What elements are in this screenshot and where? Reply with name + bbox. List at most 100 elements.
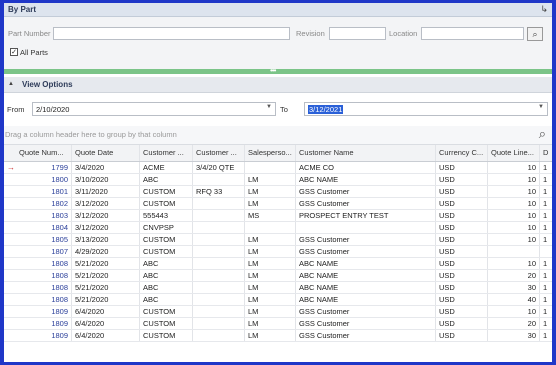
table-cell[interactable]: 10 (488, 186, 540, 197)
table-cell[interactable] (193, 258, 245, 269)
table-cell[interactable]: 1 (540, 282, 552, 293)
table-cell[interactable]: ABC (140, 270, 193, 281)
column-header[interactable]: Customer ... (140, 145, 193, 161)
table-cell[interactable]: 1805 (16, 234, 72, 245)
table-cell[interactable]: LM (245, 294, 296, 305)
table-cell[interactable]: USD (436, 210, 488, 221)
table-cell[interactable]: 1 (540, 330, 552, 341)
table-cell[interactable]: USD (436, 162, 488, 173)
table-cell[interactable]: GSS Customer (296, 234, 436, 245)
table-cell[interactable] (193, 198, 245, 209)
table-cell[interactable]: ABC NAME (296, 294, 436, 305)
table-cell[interactable]: ABC NAME (296, 270, 436, 281)
table-cell[interactable]: LM (245, 330, 296, 341)
table-cell[interactable]: CUSTOM (140, 186, 193, 197)
table-cell[interactable]: 10 (488, 162, 540, 173)
table-cell[interactable]: LM (245, 318, 296, 329)
table-cell[interactable]: 1802 (16, 198, 72, 209)
view-options-header[interactable]: ▲ View Options (4, 77, 552, 93)
table-cell[interactable]: 1 (540, 186, 552, 197)
table-cell[interactable]: 1800 (16, 174, 72, 185)
group-by-panel[interactable]: Drag a column header here to group by th… (4, 126, 552, 145)
table-cell[interactable]: ABC (140, 258, 193, 269)
table-cell[interactable]: LM (245, 186, 296, 197)
table-row[interactable]: 1805 3/13/2020 CUSTOM LM GSS Customer USD 10 1 (4, 234, 552, 246)
table-row[interactable]: 1808 5/21/2020 ABC LM ABC NAME USD 10 1 (4, 258, 552, 270)
table-row[interactable]: 1804 3/12/2020 CNVPSP USD 10 1 (4, 222, 552, 234)
table-cell[interactable]: 1804 (16, 222, 72, 233)
table-cell[interactable]: 6/4/2020 (72, 318, 140, 329)
table-cell[interactable]: 5/21/2020 (72, 258, 140, 269)
table-cell[interactable]: 3/12/2020 (72, 222, 140, 233)
table-cell[interactable]: GSS Customer (296, 186, 436, 197)
table-cell[interactable]: LM (245, 282, 296, 293)
table-cell[interactable]: USD (436, 246, 488, 257)
table-cell[interactable]: 1803 (16, 210, 72, 221)
table-cell[interactable]: 1808 (16, 258, 72, 269)
table-cell[interactable]: RFQ 33 (193, 186, 245, 197)
revision-input[interactable] (329, 27, 386, 40)
table-cell[interactable]: 30 (488, 282, 540, 293)
table-cell[interactable]: USD (436, 222, 488, 233)
table-cell[interactable]: ABC NAME (296, 174, 436, 185)
table-cell[interactable] (193, 210, 245, 221)
table-cell[interactable]: 10 (488, 258, 540, 269)
table-cell[interactable]: ACME CO (296, 162, 436, 173)
table-cell[interactable]: MS (245, 210, 296, 221)
table-cell[interactable]: 30 (488, 330, 540, 341)
table-cell[interactable] (296, 222, 436, 233)
table-cell[interactable]: 3/4/20 QTE (193, 162, 245, 173)
table-cell[interactable]: 5/21/2020 (72, 294, 140, 305)
table-cell[interactable]: 1807 (16, 246, 72, 257)
table-cell[interactable]: USD (436, 318, 488, 329)
column-header[interactable]: Salesperso... (245, 145, 296, 161)
table-cell[interactable]: 20 (488, 270, 540, 281)
table-cell[interactable]: 1799 (16, 162, 72, 173)
table-cell[interactable]: 1 (540, 210, 552, 221)
table-cell[interactable]: CUSTOM (140, 306, 193, 317)
from-date-dropdown[interactable]: 2/10/2020 ▼ (32, 102, 276, 116)
table-cell[interactable]: LM (245, 246, 296, 257)
table-cell[interactable]: USD (436, 294, 488, 305)
table-cell[interactable]: 1 (540, 258, 552, 269)
table-cell[interactable]: 20 (488, 318, 540, 329)
table-cell[interactable]: 1801 (16, 186, 72, 197)
table-cell[interactable]: 10 (488, 222, 540, 233)
table-cell[interactable]: 10 (488, 234, 540, 245)
table-row[interactable]: 1808 5/21/2020 ABC LM ABC NAME USD 40 1 (4, 294, 552, 306)
table-cell[interactable]: USD (436, 282, 488, 293)
table-cell[interactable] (193, 330, 245, 341)
table-cell[interactable]: USD (436, 186, 488, 197)
table-cell[interactable]: ABC (140, 294, 193, 305)
table-cell[interactable]: 5/21/2020 (72, 270, 140, 281)
table-cell[interactable]: 1 (540, 174, 552, 185)
table-cell[interactable] (193, 174, 245, 185)
table-cell[interactable]: 4/29/2020 (72, 246, 140, 257)
table-cell[interactable]: 10 (488, 306, 540, 317)
table-cell[interactable]: 5/21/2020 (72, 282, 140, 293)
collapse-arrow-icon[interactable]: ▲ (8, 81, 14, 87)
table-cell[interactable]: LM (245, 234, 296, 245)
table-cell[interactable]: CUSTOM (140, 234, 193, 245)
chevron-down-icon[interactable]: ▼ (266, 104, 272, 110)
table-cell[interactable]: 3/10/2020 (72, 174, 140, 185)
table-cell[interactable] (193, 294, 245, 305)
table-cell[interactable]: GSS Customer (296, 306, 436, 317)
table-cell[interactable]: USD (436, 234, 488, 245)
table-cell[interactable]: LM (245, 306, 296, 317)
table-cell[interactable]: LM (245, 198, 296, 209)
table-cell[interactable] (193, 270, 245, 281)
table-cell[interactable]: ACME (140, 162, 193, 173)
table-cell[interactable]: USD (436, 198, 488, 209)
table-cell[interactable]: 1808 (16, 270, 72, 281)
table-cell[interactable]: GSS Customer (296, 330, 436, 341)
table-row[interactable]: 1808 5/21/2020 ABC LM ABC NAME USD 30 1 (4, 282, 552, 294)
table-cell[interactable]: LM (245, 174, 296, 185)
table-cell[interactable]: GSS Customer (296, 246, 436, 257)
table-cell[interactable] (193, 318, 245, 329)
table-cell[interactable]: PROSPECT ENTRY TEST (296, 210, 436, 221)
table-cell[interactable]: 3/12/2020 (72, 210, 140, 221)
all-parts-checkbox[interactable]: ✓ (10, 48, 18, 56)
table-cell[interactable]: USD (436, 330, 488, 341)
table-cell[interactable]: 1 (540, 306, 552, 317)
